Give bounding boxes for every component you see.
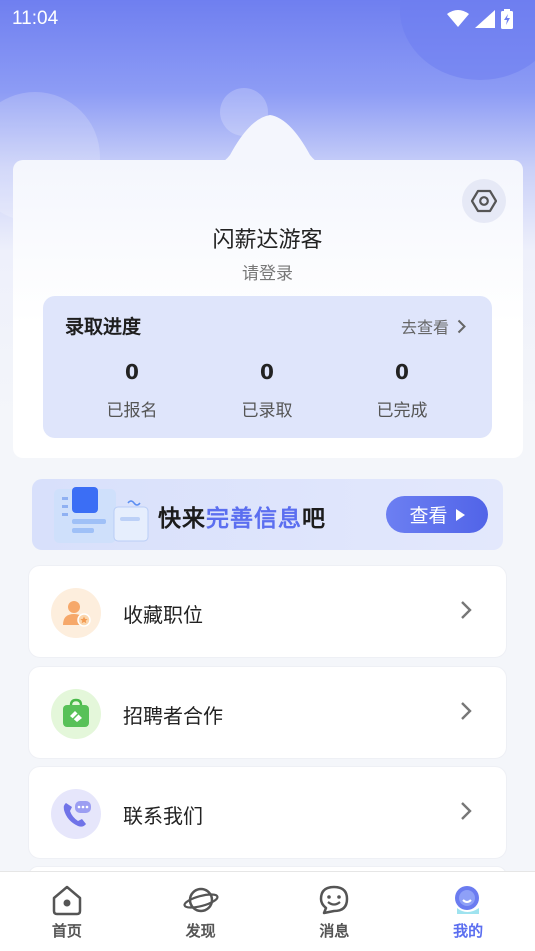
settings-button[interactable] (462, 179, 506, 223)
tab-discover[interactable]: 发现 (134, 872, 268, 951)
status-icons (447, 9, 513, 29)
battery-icon (501, 9, 513, 29)
person-star-icon (51, 588, 101, 638)
status-time: 11:04 (12, 8, 59, 29)
menu-label: 收藏职位 (123, 603, 203, 627)
banner-text-prefix: 快来 (158, 506, 206, 532)
menu-label: 招聘者合作 (123, 704, 223, 728)
resume-illustration-icon (54, 487, 149, 543)
stat-admitted[interactable]: 0 已录取 (212, 360, 322, 421)
menu-item-recruiter-cooperation[interactable]: 招聘者合作 (28, 666, 507, 759)
stat-applied-value: 0 (125, 360, 139, 384)
username: 闪薪达游客 (212, 228, 323, 253)
chat-smile-icon (320, 885, 349, 915)
home-icon (52, 885, 82, 916)
stat-admitted-value: 0 (260, 360, 274, 384)
chevron-right-icon (461, 802, 472, 820)
stat-completed[interactable]: 0 已完成 (347, 360, 457, 421)
chevron-right-icon (461, 702, 472, 720)
tab-home[interactable]: 首页 (0, 872, 134, 951)
banner-text-highlight: 完善信息 (206, 506, 302, 532)
handshake-bag-icon (51, 689, 101, 739)
signal-icon (475, 10, 495, 28)
play-arrow-icon (455, 508, 465, 521)
phone-chat-icon (51, 789, 101, 839)
stat-completed-value: 0 (395, 360, 409, 384)
tab-label: 首页 (51, 922, 82, 940)
chevron-right-icon (457, 319, 466, 333)
banner-text-suffix: 吧 (302, 506, 326, 532)
banner-text: 快来完善信息吧 (158, 499, 326, 533)
profile-icon (455, 886, 480, 914)
view-progress-label: 去查看 (400, 318, 449, 337)
complete-info-banner[interactable]: 快来完善信息吧 查看 (32, 479, 503, 550)
admission-progress-panel: 录取进度 去查看 0 已报名 0 已录取 0 已完成 (43, 296, 492, 438)
tab-profile[interactable]: 我的 (401, 872, 535, 951)
progress-title: 录取进度 (65, 316, 142, 338)
tab-label: 消息 (319, 922, 350, 940)
stat-completed-label: 已完成 (376, 401, 428, 421)
menu-item-favorite-jobs[interactable]: 收藏职位 (28, 565, 507, 658)
tab-label: 发现 (185, 922, 216, 940)
stat-admitted-label: 已录取 (241, 401, 293, 421)
tab-messages[interactable]: 消息 (268, 872, 402, 951)
banner-view-label: 查看 (409, 505, 448, 527)
stat-applied-label: 已报名 (106, 401, 158, 421)
hexagon-settings-icon (471, 189, 497, 213)
menu-item-contact-us[interactable]: 联系我们 (28, 766, 507, 859)
view-progress-link[interactable]: 去查看 (401, 314, 466, 338)
status-bar: 11:04 (0, 0, 535, 38)
stat-applied[interactable]: 0 已报名 (77, 360, 187, 421)
bottom-tab-bar: 首页 发现 消息 我的 (0, 871, 535, 951)
banner-view-button[interactable]: 查看 (386, 496, 488, 533)
wifi-icon (447, 10, 469, 27)
tab-label: 我的 (453, 922, 484, 940)
menu-label: 联系我们 (123, 804, 203, 828)
planet-icon (183, 887, 219, 913)
login-link[interactable]: 请登录 (0, 259, 535, 284)
chevron-right-icon (461, 601, 472, 619)
